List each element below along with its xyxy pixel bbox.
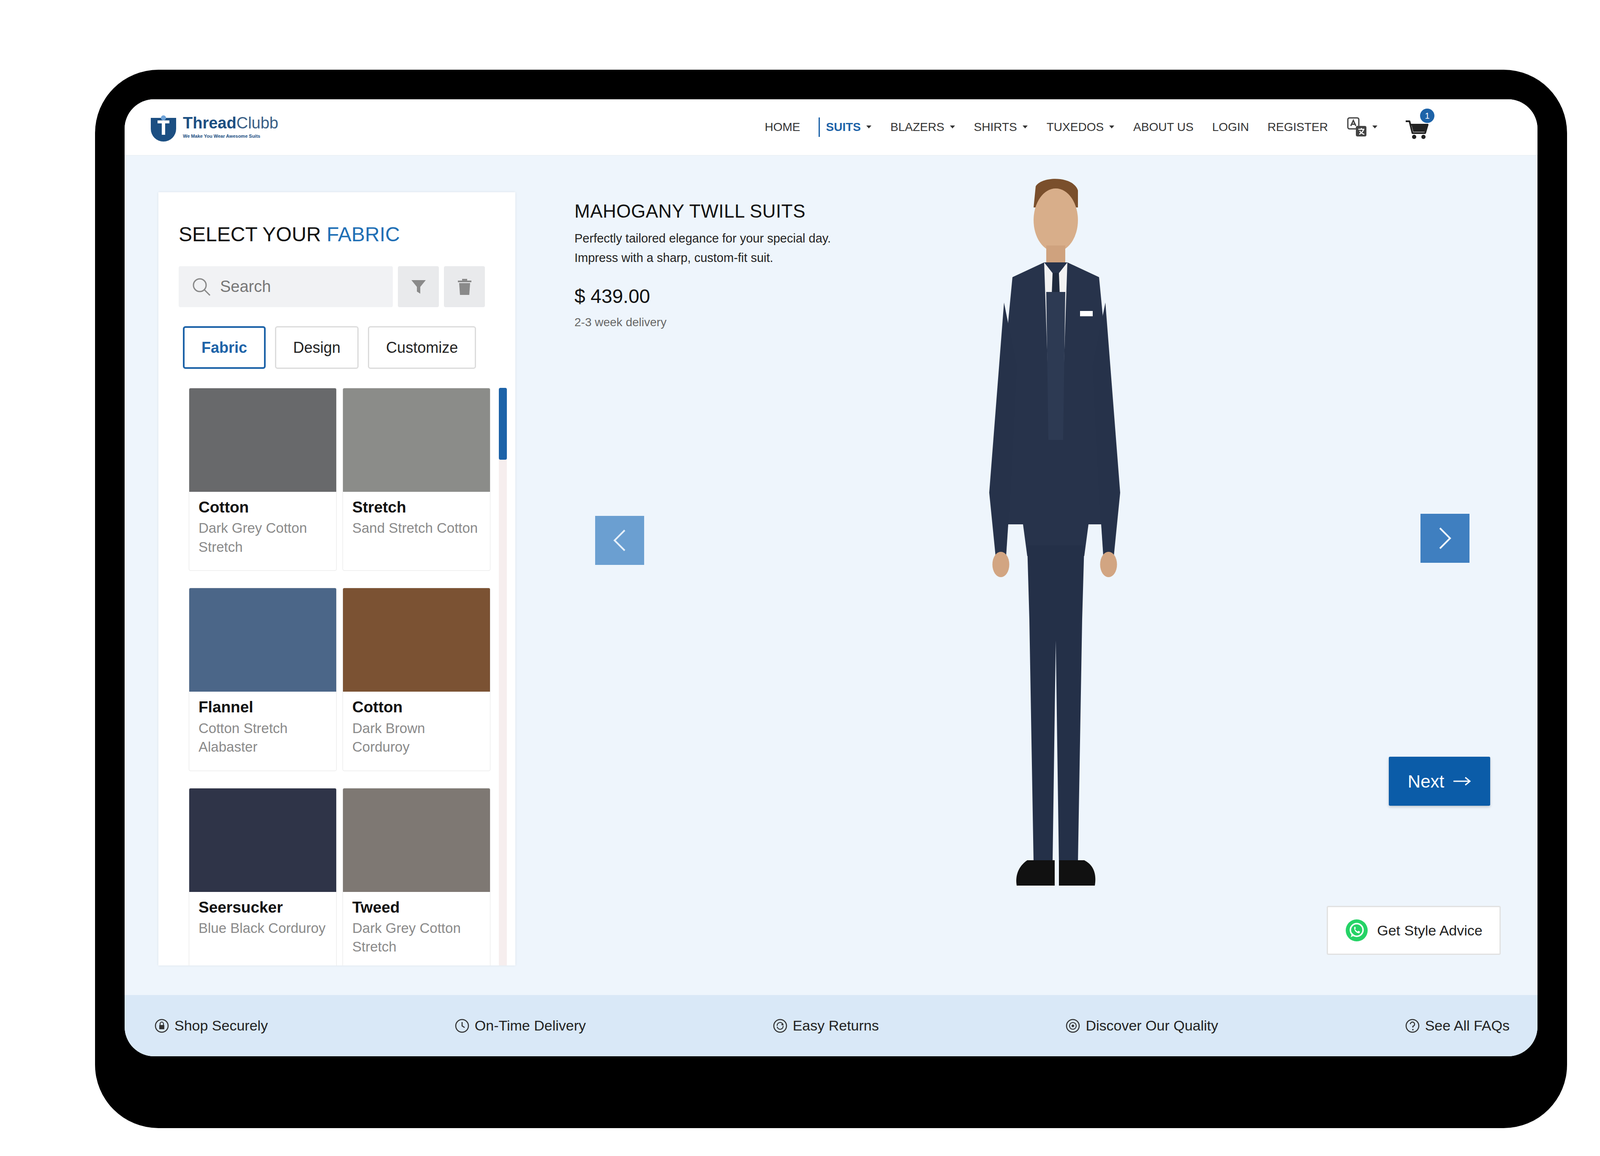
fabric-swatch <box>342 788 490 892</box>
fabric-panel: SELECT YOUR FABRICFabricDesignCustomizeC… <box>158 192 516 966</box>
product-description: Perfectly tailored elegance for your spe… <box>574 230 955 267</box>
whatsapp-icon <box>1344 918 1369 942</box>
caret-icon <box>1371 125 1378 130</box>
fabric-list: CottonDark Grey Cotton StretchStretchSan… <box>178 387 507 966</box>
footer-link[interactable]: Discover Our Quality <box>1065 1014 1219 1037</box>
tablet-frame: ThreadClubbWe Make You Wear Awesome Suit… <box>95 69 1568 1128</box>
trash-icon <box>457 278 473 296</box>
panel-title: SELECT YOUR FABRIC <box>178 221 507 248</box>
fabric-name: Flannel <box>198 697 327 717</box>
footer-link[interactable]: Shop Securely <box>154 1014 268 1037</box>
fabric-card[interactable]: TweedDark Grey Cotton Stretch <box>342 787 491 966</box>
fabric-card[interactable]: CottonDark Brown Corduroy <box>342 587 491 771</box>
product-area: MAHOGANY TWILL SUITS Perfectly tailored e… <box>515 155 1538 995</box>
fabric-swatch <box>342 587 490 692</box>
fabric-name: Tweed <box>352 897 481 918</box>
footer-bar: Shop Securely On-Time Delivery Easy Return… <box>124 994 1538 1056</box>
scrollbar[interactable] <box>498 387 507 966</box>
brand-tagline: We Make You Wear Awesome Suits <box>182 132 279 140</box>
tab[interactable]: Customize <box>367 326 477 369</box>
fabric-name: Stretch <box>352 497 481 518</box>
next-arrow-button[interactable] <box>1420 513 1470 563</box>
fabric-card[interactable]: StretchSand Stretch Cotton <box>342 387 491 571</box>
brand-logo[interactable]: ThreadClubbWe Make You Wear Awesome Suit… <box>148 111 279 143</box>
description-line: Impress with a sharp, custom-fit suit. <box>574 249 955 267</box>
nav-item[interactable]: SHIRTS <box>974 117 1029 137</box>
lock-icon <box>154 1017 170 1034</box>
product-info: MAHOGANY TWILL SUITS Perfectly tailored e… <box>574 199 955 332</box>
caret-icon <box>949 125 956 130</box>
chevron-right-icon <box>1435 525 1455 551</box>
brand-name: ThreadClubb <box>182 114 279 131</box>
chevron-left-icon <box>610 527 629 553</box>
footer-link[interactable]: See All FAQs <box>1404 1014 1510 1037</box>
fabric-card[interactable]: CottonDark Grey Cotton Stretch <box>188 387 337 571</box>
fabric-grid: CottonDark Grey Cotton StretchStretchSan… <box>188 387 491 966</box>
logo-icon <box>148 111 179 143</box>
quality-icon <box>1065 1017 1081 1034</box>
previous-button[interactable] <box>595 515 645 565</box>
filter-icon <box>410 278 428 296</box>
help-icon <box>1404 1017 1421 1034</box>
search-row <box>178 266 507 308</box>
fabric-detail: Cotton Stretch Alabaster <box>198 718 327 757</box>
fabric-detail: Dark Brown Corduroy <box>352 718 481 757</box>
nav-item[interactable]: ABOUT US <box>1133 117 1194 137</box>
fabric-swatch <box>189 587 337 692</box>
nav-item[interactable]: HOME <box>764 117 800 137</box>
style-advice-button[interactable]: Get Style Advice <box>1326 905 1501 955</box>
caret-icon <box>1022 125 1029 130</box>
nav-menu: HOME SUITS BLAZERS SHIRTS TUXEDOS ABOUT US LOG… <box>764 114 1432 140</box>
main-content: SELECT YOUR FABRICFabricDesignCustomizeC… <box>124 155 1538 995</box>
translate-icon <box>1346 116 1368 138</box>
nav-item[interactable]: SUITS <box>818 117 872 137</box>
fabric-detail: Dark Grey Cotton Stretch <box>352 918 481 957</box>
delivery-time: 2-3 week delivery <box>574 313 955 332</box>
search-input[interactable] <box>220 274 381 299</box>
fabric-detail: Blue Black Corduroy <box>198 918 327 938</box>
fabric-card[interactable]: FlannelCotton Stretch Alabaster <box>188 587 337 771</box>
fabric-name: Cotton <box>198 497 327 518</box>
top-nav: ThreadClubbWe Make You Wear Awesome Suit… <box>124 99 1538 156</box>
search-field[interactable] <box>178 266 393 308</box>
caret-icon <box>865 125 872 130</box>
search-icon <box>191 276 212 297</box>
fabric-swatch <box>342 388 490 492</box>
delete-button[interactable] <box>443 266 485 308</box>
language-selector[interactable] <box>1346 116 1378 138</box>
nav-item[interactable]: REGISTER <box>1267 117 1328 137</box>
fabric-swatch <box>189 788 337 892</box>
filter-button[interactable] <box>397 266 439 308</box>
cart-button[interactable]: 1 <box>1404 114 1432 140</box>
fabric-tabs: FabricDesignCustomize <box>178 326 507 369</box>
arrow-right-icon <box>1452 775 1472 787</box>
nav-item[interactable]: TUXEDOS <box>1046 117 1115 137</box>
product-title: MAHOGANY TWILL SUITS <box>574 199 955 223</box>
model-photo <box>949 175 1161 911</box>
fabric-card[interactable]: SeersuckerBlue Black Corduroy <box>188 787 337 966</box>
fabric-swatch <box>189 388 337 492</box>
next-button[interactable]: Next <box>1388 756 1491 806</box>
cart-badge: 1 <box>1420 108 1435 123</box>
footer-link[interactable]: On-Time Delivery <box>454 1014 586 1037</box>
description-line: Perfectly tailored elegance for your spe… <box>574 230 955 248</box>
product-price: $ 439.00 <box>574 281 955 311</box>
fabric-name: Cotton <box>352 697 481 717</box>
tab[interactable]: Design <box>274 326 359 369</box>
returns-icon <box>772 1017 788 1034</box>
screen: ThreadClubbWe Make You Wear Awesome Suit… <box>124 99 1538 1056</box>
tab[interactable]: Fabric <box>182 326 266 369</box>
caret-icon <box>1108 125 1115 130</box>
fabric-name: Seersucker <box>198 897 327 918</box>
fabric-detail: Dark Grey Cotton Stretch <box>198 518 327 557</box>
scrollbar-thumb[interactable] <box>498 387 507 460</box>
nav-item[interactable]: LOGIN <box>1212 117 1249 137</box>
fabric-detail: Sand Stretch Cotton <box>352 518 481 538</box>
footer-link[interactable]: Easy Returns <box>772 1014 879 1037</box>
nav-item[interactable]: BLAZERS <box>890 117 956 137</box>
clock-icon <box>454 1017 470 1034</box>
